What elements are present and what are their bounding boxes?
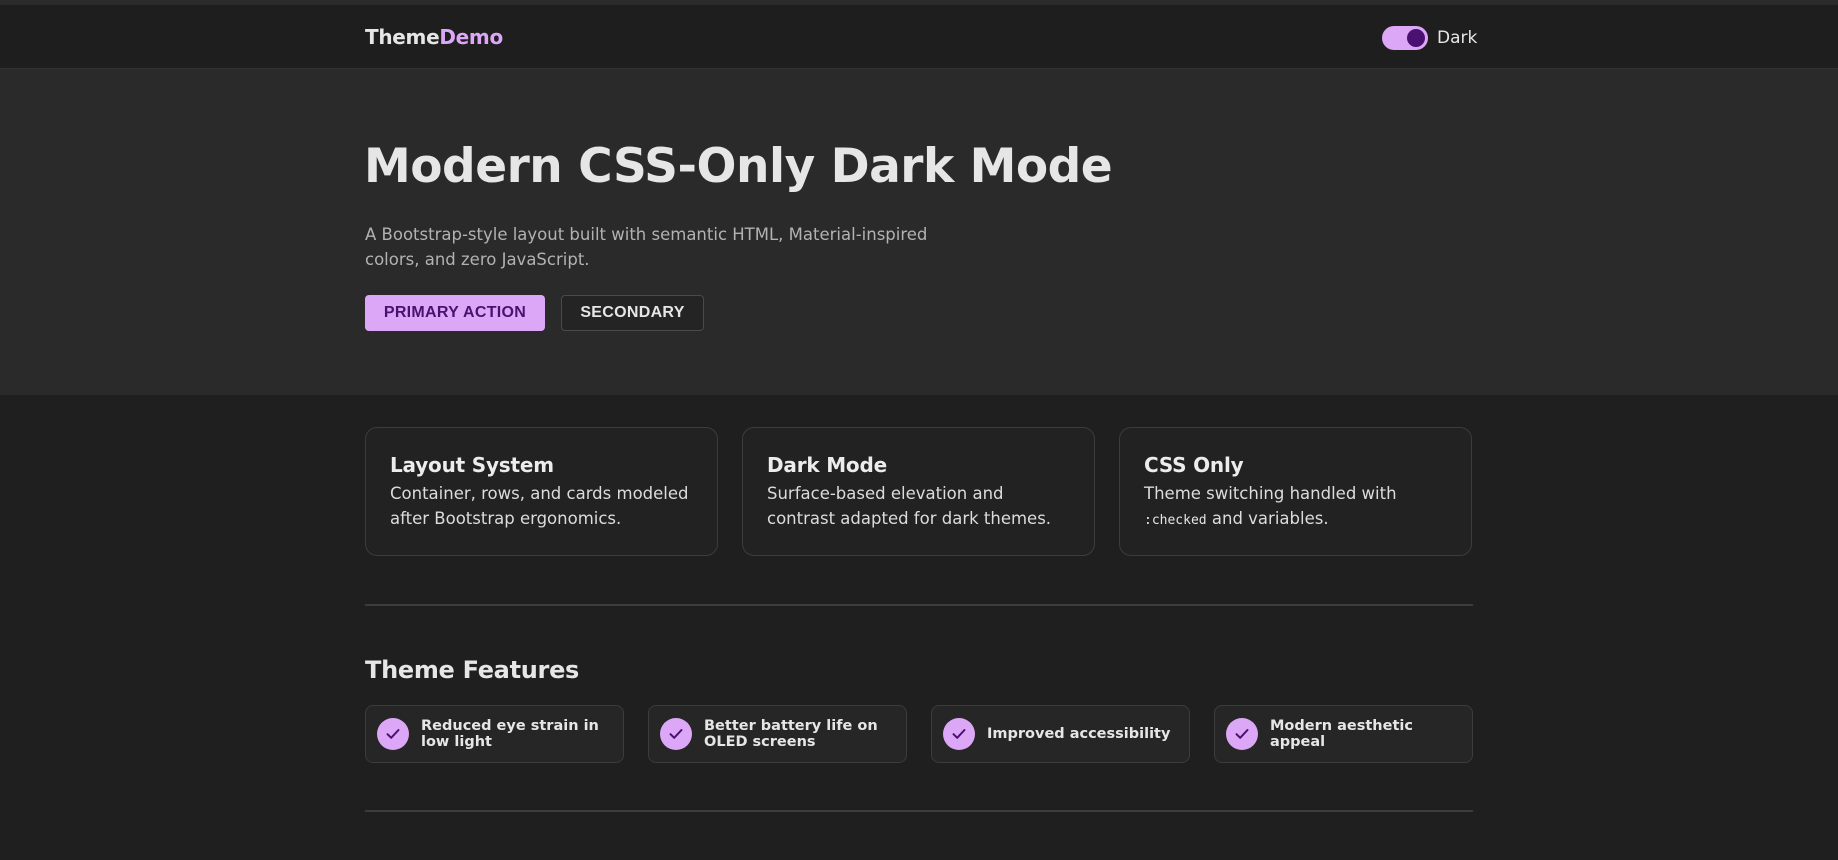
card-dark-mode: Dark Mode Surface-based elevation and co… [742, 427, 1095, 556]
checked-code: :checked [1144, 513, 1207, 528]
card-text-after: and variables. [1206, 509, 1329, 528]
feature-label: Reduced eye strain in low light [421, 718, 599, 750]
card-title: Layout System [390, 453, 554, 477]
dark-mode-toggle[interactable] [1382, 26, 1428, 50]
theme-toggle-group: Dark [1382, 25, 1477, 51]
brand-logo[interactable]: ThemeDemo [365, 25, 503, 49]
card-layout-system: Layout System Container, rows, and cards… [365, 427, 718, 556]
card-text: Surface-based elevation and contrast ada… [767, 484, 1052, 528]
section-divider [365, 810, 1473, 812]
toggle-knob [1407, 29, 1425, 47]
hero-subtitle: A Bootstrap-style layout built with sema… [365, 225, 928, 269]
feature-label: Modern aesthetic appeal [1270, 718, 1413, 750]
feature-label: Better battery life on OLED screens [704, 718, 878, 750]
dark-mode-label[interactable]: Dark [1437, 28, 1477, 48]
primary-action-button[interactable]: PRIMARY ACTION [365, 295, 545, 331]
card-text-before: Theme switching handled with [1144, 484, 1397, 503]
feature-label: Improved accessibility [987, 726, 1171, 742]
card-text: Theme switching handled with :checked an… [1144, 481, 1447, 533]
section-divider [365, 604, 1473, 606]
card-text: Container, rows, and cards modeled after… [390, 484, 689, 528]
brand-part-demo: Demo [439, 25, 503, 49]
card-title: CSS Only [1144, 453, 1244, 477]
card-title: Dark Mode [767, 453, 887, 477]
feature-item: Reduced eye strain in low light [365, 705, 624, 763]
check-icon [377, 718, 409, 750]
check-icon [660, 718, 692, 750]
secondary-button[interactable]: SECONDARY [561, 295, 704, 331]
hero-section: Modern CSS-Only Dark Mode A Bootstrap-st… [0, 69, 1838, 395]
card-css-only: CSS Only Theme switching handled with :c… [1119, 427, 1472, 556]
feature-item: Improved accessibility [931, 705, 1190, 763]
feature-item: Better battery life on OLED screens [648, 705, 907, 763]
brand-part-theme: Theme [365, 25, 440, 49]
feature-item: Modern aesthetic appeal [1214, 705, 1473, 763]
check-icon [1226, 718, 1258, 750]
hero-title: Modern CSS-Only Dark Mode [364, 139, 1113, 194]
features-title: Theme Features [365, 656, 580, 684]
navbar: ThemeDemo Dark [0, 5, 1838, 69]
check-icon [943, 718, 975, 750]
